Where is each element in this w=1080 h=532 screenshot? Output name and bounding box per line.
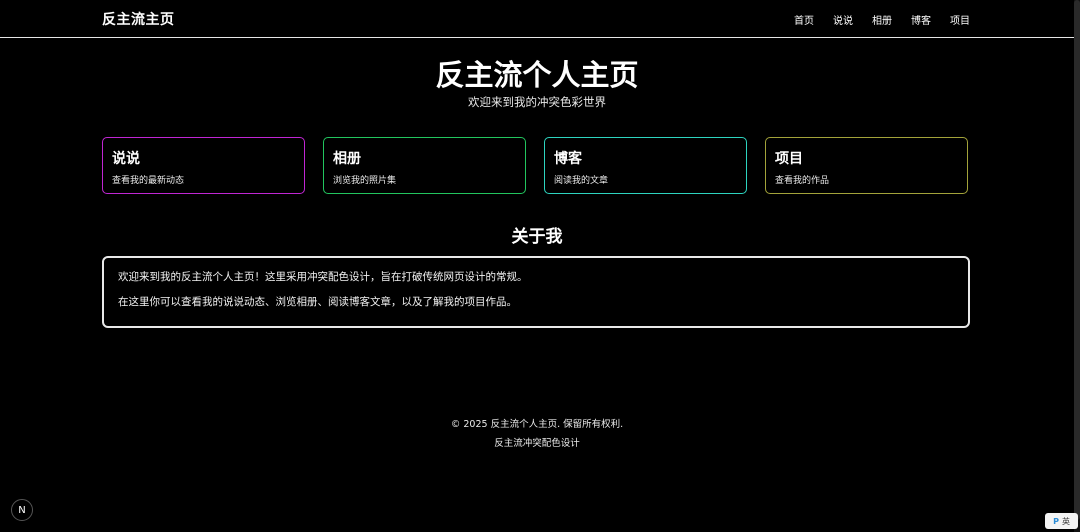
card-desc: 浏览我的照片集	[333, 176, 397, 186]
brand-logo[interactable]: 反主流主页	[102, 9, 175, 29]
card-shuoshuo[interactable]: 说说 查看我的最新动态	[102, 137, 305, 194]
footer-tagline: 反主流冲突配色设计	[494, 438, 580, 449]
card-album[interactable]: 相册 浏览我的照片集	[323, 137, 526, 194]
about-paragraph: 欢迎来到我的反主流个人主页！这里采用冲突配色设计，旨在打破传统网页设计的常规。	[118, 271, 528, 283]
language-widget[interactable]: P 英	[1045, 513, 1078, 529]
main-nav: 首页 说说 相册 博客 项目	[794, 12, 970, 27]
nav-projects[interactable]: 项目	[950, 12, 970, 27]
hero-subtitle: 欢迎来到我的冲突色彩世界	[468, 95, 606, 109]
hero-title: 反主流个人主页	[435, 58, 639, 92]
card-title: 相册	[333, 151, 361, 167]
nav-blog[interactable]: 博客	[911, 12, 931, 27]
feature-cards: 说说 查看我的最新动态 相册 浏览我的照片集 博客 阅读我的文章 项目 查看我的…	[102, 137, 968, 194]
nav-shuoshuo[interactable]: 说说	[833, 12, 853, 27]
page-scrollbar[interactable]	[1074, 0, 1080, 532]
card-title: 项目	[775, 151, 803, 167]
card-desc: 阅读我的文章	[554, 176, 609, 186]
about-title: 关于我	[511, 227, 563, 247]
scrollbar-thumb[interactable]	[1074, 0, 1080, 520]
about-box: 欢迎来到我的反主流个人主页！这里采用冲突配色设计，旨在打破传统网页设计的常规。 …	[102, 256, 970, 328]
card-desc: 查看我的最新动态	[112, 176, 185, 186]
nav-home[interactable]: 首页	[794, 12, 814, 27]
about-paragraph: 在这里你可以查看我的说说动态、浏览相册、阅读博客文章，以及了解我的项目作品。	[118, 295, 517, 308]
card-blog[interactable]: 博客 阅读我的文章	[544, 137, 747, 194]
card-desc: 查看我的作品	[775, 176, 830, 186]
footer-copyright: © 2025 反主流个人主页. 保留所有权利.	[450, 419, 624, 430]
card-title: 博客	[554, 151, 582, 167]
language-label: 英	[1061, 516, 1070, 526]
card-projects[interactable]: 项目 查看我的作品	[765, 137, 968, 194]
ime-icon: P	[1053, 516, 1059, 526]
card-title: 说说	[112, 151, 140, 167]
site-header: 反主流主页 首页 说说 相册 博客 项目	[0, 0, 1074, 38]
n-logo-icon[interactable]: N	[11, 499, 33, 521]
nav-album[interactable]: 相册	[872, 12, 892, 27]
